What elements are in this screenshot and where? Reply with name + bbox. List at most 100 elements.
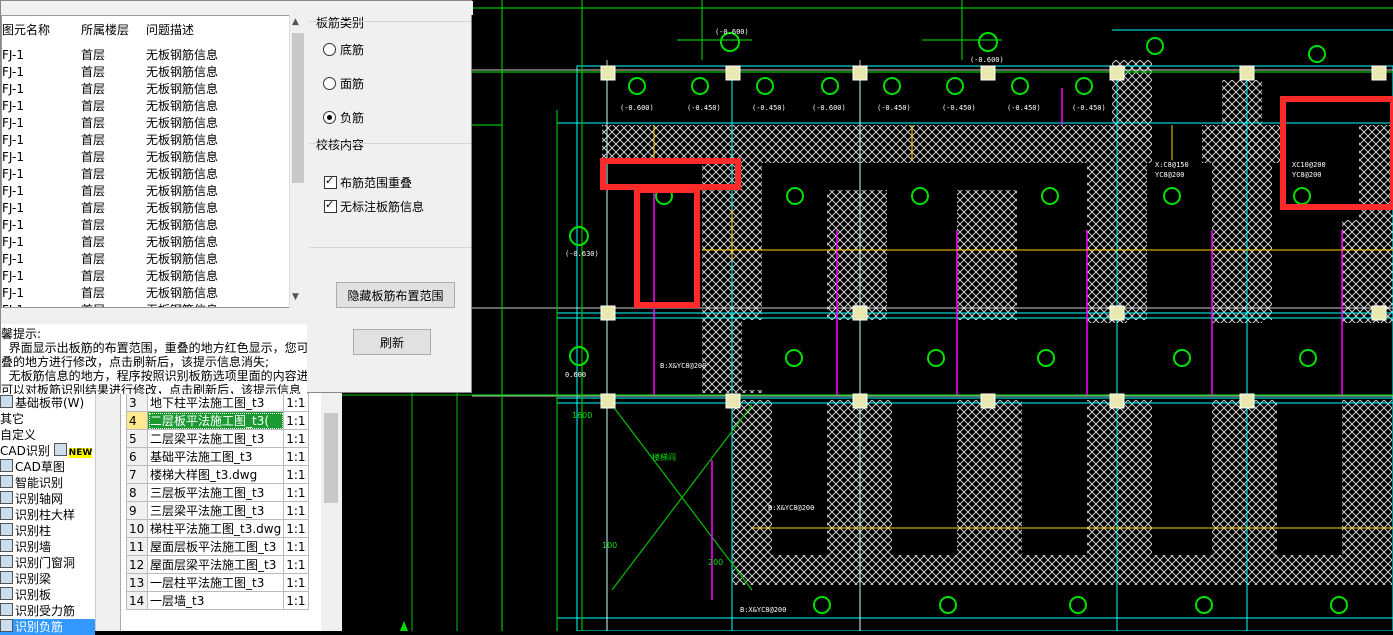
drawing-scale: 1:1 xyxy=(283,519,310,538)
problem-row[interactable]: FJ-1 首层 无板钢筋信息 xyxy=(2,132,290,149)
tree-item-column-detail[interactable]: 识别柱大样 xyxy=(0,507,75,523)
drawing-n: 3 xyxy=(126,393,148,412)
drawing-name: 楼梯大样图_t3.dwg xyxy=(146,465,285,484)
svg-text:200: 200 xyxy=(708,558,723,567)
scroll-thumb[interactable] xyxy=(324,413,338,503)
problem-list[interactable]: 图元名称 所属楼层 问题描述 FJ-1 首层 无板钢筋信息 FJ-1 首层 无板钢筋信息 F… xyxy=(1,15,305,308)
drawing-row[interactable]: 3 地下柱平法施工图_t3 1:1 xyxy=(126,393,310,412)
check-no-label[interactable]: 无标注板筋信息 xyxy=(324,198,424,215)
col-header-name[interactable]: 图元名称 xyxy=(2,21,50,38)
new-badge: NEW xyxy=(68,448,93,458)
problem-list-scrollbar[interactable]: ▲ ▼ xyxy=(289,15,306,308)
tree-item-slab[interactable]: 识别板 xyxy=(0,587,51,603)
drawing-row[interactable]: 11 屋面层板平法施工图_t3 1:1 xyxy=(126,537,310,556)
problem-row[interactable]: FJ-1 首层 无板钢筋信息 xyxy=(2,200,290,217)
problem-floor: 首层 xyxy=(81,269,106,283)
tree-item-other[interactable]: 其它 xyxy=(0,411,24,427)
problem-floor: 首层 xyxy=(81,65,106,79)
wall-icon xyxy=(0,539,13,552)
drawing-row[interactable]: 9 三层梁平法施工图_t3 1:1 xyxy=(126,501,310,520)
tree-item-wall[interactable]: 识别墙 xyxy=(0,539,51,555)
problem-row[interactable]: FJ-1 首层 无板钢筋信息 xyxy=(2,234,290,251)
cad-canvas[interactable]: (-0.600) (-0.600) (-0.600) (-0.450) (-0.… xyxy=(472,0,1393,632)
drawing-row[interactable]: 4 二层板平法施工图_t3(1:1 xyxy=(126,411,310,430)
drawing-scale: 1:1 xyxy=(283,393,310,412)
tree-item-negative-rebar[interactable]: 识别负筋 xyxy=(0,619,95,635)
problem-row[interactable]: FJ-1 首层 无板钢筋信息 xyxy=(2,268,290,285)
tree-item-cad-sketch[interactable]: CAD草图 xyxy=(0,459,65,475)
cad-drawing-left xyxy=(342,393,472,631)
sketch-icon xyxy=(0,459,13,472)
svg-text:100: 100 xyxy=(602,541,617,550)
problem-row[interactable]: FJ-1 首层 无板钢筋信息 xyxy=(2,64,290,81)
drawing-row[interactable]: 6 基础平法施工图_t3 1:1 xyxy=(126,447,310,466)
tree-item-foundation-band[interactable]: 基础板带(W) xyxy=(0,395,84,411)
drawing-name: 屋面层板平法施工图_t3 xyxy=(146,537,285,556)
tree-scrollbar[interactable] xyxy=(95,393,121,631)
problem-row[interactable]: FJ-1 首层 无板钢筋信息 xyxy=(2,251,290,268)
tree-item-main-rebar[interactable]: 识别受力筋 xyxy=(0,603,75,619)
svg-text:B:X&YC8@200: B:X&YC8@200 xyxy=(660,362,706,370)
tree-item-custom[interactable]: 自定义 xyxy=(0,427,36,443)
cad-drawing: (-0.600) (-0.600) (-0.600) (-0.450) (-0.… xyxy=(472,0,1393,632)
drawing-name: 三层板平法施工图_t3 xyxy=(146,483,285,502)
tips-line: 2、无板筋信息的地方，程序按照识别板筋选项里面的内容进 xyxy=(1,369,307,383)
drawing-row[interactable]: 12 屋面层梁平法施工图_t3 1:1 xyxy=(126,555,310,574)
problem-row[interactable]: FJ-1 首层 无板钢筋信息 xyxy=(2,47,290,64)
drawing-row[interactable]: 10 梯柱平法施工图_t3.dwg 1:1 xyxy=(126,519,310,538)
drawing-row[interactable]: 14 一层墙_t3 1:1 xyxy=(126,591,310,610)
cad-canvas-left[interactable] xyxy=(342,393,472,631)
drawing-n: 5 xyxy=(126,429,148,448)
drawing-scale: 1:1 xyxy=(283,555,310,574)
drawing-name: 三层梁平法施工图_t3 xyxy=(146,501,285,520)
drawing-n: 13 xyxy=(126,573,148,592)
problem-row[interactable]: FJ-1 首层 无板钢筋信息 xyxy=(2,217,290,234)
problem-row[interactable]: FJ-1 首层 无板钢筋信息 xyxy=(2,183,290,200)
problem-desc: 无板钢筋信息 xyxy=(146,184,219,198)
problem-row[interactable]: FJ-1 首层 无板钢筋信息 xyxy=(2,81,290,98)
problem-desc: 无板钢筋信息 xyxy=(146,116,219,130)
problem-row[interactable]: FJ-1 首层 无板钢筋信息 xyxy=(2,149,290,166)
drawing-n: 11 xyxy=(126,537,148,556)
problem-floor: 首层 xyxy=(81,286,106,300)
drawing-n: 7 xyxy=(126,465,148,484)
radio-top-rebar[interactable]: 面筋 xyxy=(323,75,364,92)
problem-floor: 首层 xyxy=(81,235,106,249)
scroll-down-icon[interactable]: ▼ xyxy=(292,292,299,302)
drawing-row[interactable]: 7 楼梯大样图_t3.dwg 1:1 xyxy=(126,465,310,484)
drawing-scale: 1:1 xyxy=(283,483,310,502)
problem-row[interactable]: FJ-1 首层 无板钢筋信息 xyxy=(2,115,290,132)
refresh-button[interactable]: 刷新 xyxy=(353,329,431,355)
problem-row[interactable]: FJ-1 首层 无板钢筋信息 xyxy=(2,285,290,302)
problem-desc: 无板钢筋信息 xyxy=(146,235,219,249)
check-overlap[interactable]: 布筋范围重叠 xyxy=(324,174,412,191)
tree-item-axis-grid[interactable]: 识别轴网 xyxy=(0,491,63,507)
problem-name: FJ-1 xyxy=(2,99,24,113)
tips-line: 重叠的地方进行修改，点击刷新后，该提示信息消失; xyxy=(1,355,270,369)
tree-item-cad-recognition[interactable]: CAD识别 NEW xyxy=(0,443,93,459)
scroll-thumb[interactable] xyxy=(292,33,304,183)
drawing-row[interactable]: 13 一层柱平法施工图_t3 1:1 xyxy=(126,573,310,592)
problem-floor: 首层 xyxy=(81,82,106,96)
problem-row[interactable]: FJ-1 首层 无板钢筋信息 xyxy=(2,98,290,115)
drawing-name: 二层板平法施工图_t3( xyxy=(146,411,285,430)
tree-item-column[interactable]: 识别柱 xyxy=(0,523,51,539)
problem-row[interactable]: FJ-1 首层 无板钢筋信息 xyxy=(2,166,290,183)
drawing-row[interactable]: 5 二层梁平法施工图_t3 1:1 xyxy=(126,429,310,448)
radio-bottom-rebar[interactable]: 底筋 xyxy=(323,41,364,58)
drawing-list-scrollbar[interactable] xyxy=(321,393,343,631)
drawing-n: 12 xyxy=(126,555,148,574)
problem-row[interactable]: FJ-1 首层 无板钢筋信息 xyxy=(2,302,290,307)
drawing-row[interactable]: 8 三层板平法施工图_t3 1:1 xyxy=(126,483,310,502)
col-header-desc[interactable]: 问题描述 xyxy=(146,21,194,38)
col-header-floor[interactable]: 所属楼层 xyxy=(81,21,129,38)
band-icon xyxy=(0,395,13,408)
tree-item-beam[interactable]: 识别梁 xyxy=(0,571,51,587)
tree-item-smart-recognition[interactable]: 智能识别 xyxy=(0,475,63,491)
negative-rebar-icon xyxy=(0,619,13,632)
hide-range-button[interactable]: 隐藏板筋布置范围 xyxy=(336,282,455,308)
tree-item-door-window[interactable]: 识别门窗洞 xyxy=(0,555,75,571)
radio-off-icon xyxy=(323,43,336,56)
radio-negative-rebar[interactable]: 负筋 xyxy=(323,109,364,126)
scroll-up-icon[interactable]: ▲ xyxy=(292,17,299,27)
